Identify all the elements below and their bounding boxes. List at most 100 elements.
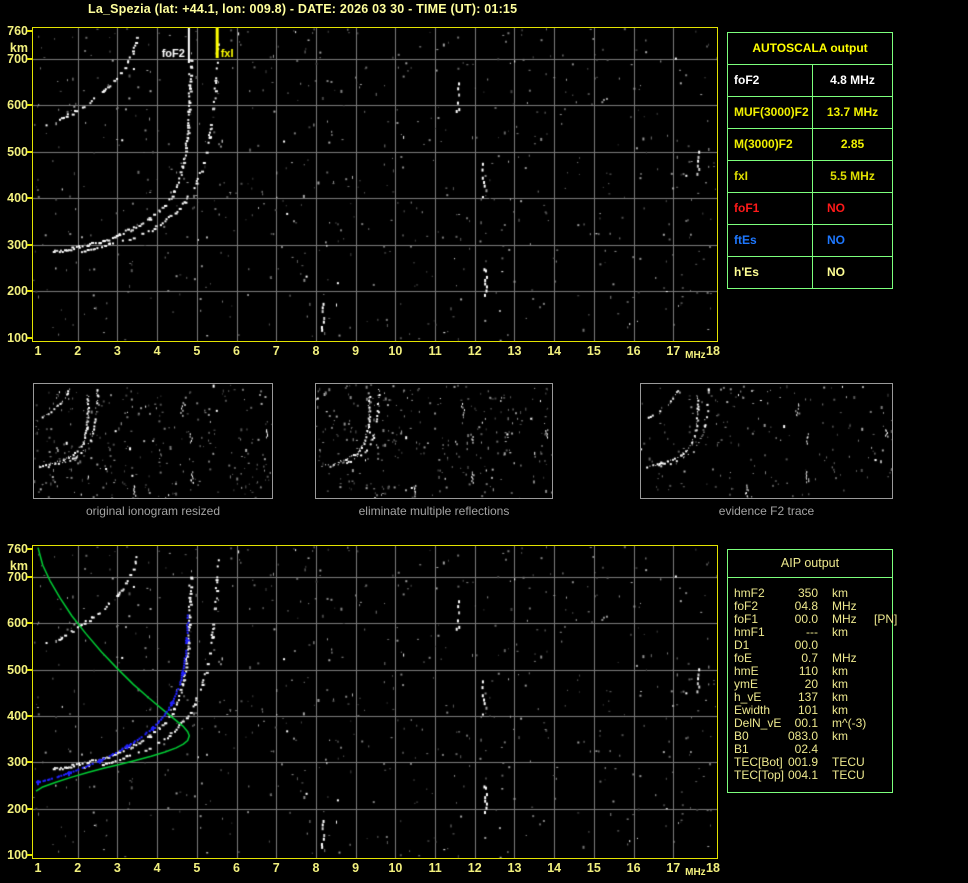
- y-axis-tick-mark: [27, 197, 32, 199]
- aip-extra: [866, 704, 892, 717]
- y-axis-tick-label: 400: [0, 709, 28, 723]
- x-axis-tick-label: 7: [263, 861, 289, 875]
- y-axis-tick-mark: [27, 244, 32, 246]
- x-axis-tick-label: 10: [382, 861, 408, 875]
- ftes-label: ftEs: [728, 225, 813, 256]
- x-axis-tick-label: 1: [25, 344, 51, 358]
- aip-extra: [866, 691, 892, 704]
- bottom-ionogram-canvas: [33, 546, 717, 858]
- aip-row-tec-top-: TEC[Top]004.1TECU: [734, 769, 892, 782]
- fof1-label: foF1: [728, 193, 813, 224]
- aip-table-header: AIP output: [728, 550, 892, 578]
- x-axis-tick-label: 8: [303, 344, 329, 358]
- x-axis-tick-label: 9: [343, 344, 369, 358]
- y-axis-tick-label: 600: [0, 616, 28, 630]
- aip-label: TEC[Top]: [734, 769, 784, 782]
- thumbnail-eliminate-multiples: [315, 383, 553, 499]
- x-axis-tick-label: 6: [224, 344, 250, 358]
- aip-unit: TECU: [818, 769, 866, 782]
- y-axis-tick-mark: [27, 151, 32, 153]
- thumbnail-original-ionogram: [33, 383, 273, 499]
- x-axis-tick-label: 8: [303, 861, 329, 875]
- x-axis-tick-label: 12: [462, 344, 488, 358]
- top-ionogram-plot: [32, 27, 718, 342]
- x-axis-tick-label: 2: [65, 861, 91, 875]
- fof1-value: NO: [813, 193, 892, 224]
- x-axis-tick-label: 12: [462, 861, 488, 875]
- aip-unit: km: [818, 730, 866, 743]
- hes-value: NO: [813, 257, 892, 288]
- table-row-m3000f2: M(3000)F2 2.85: [728, 128, 892, 160]
- table-row-fof2: foF2 4.8 MHz: [728, 65, 892, 96]
- x-axis-tick-label: 3: [104, 344, 130, 358]
- x-axis-tick-label: 17: [660, 861, 686, 875]
- m3000f2-value: 2.85: [813, 129, 892, 160]
- aip-extra: [866, 652, 892, 665]
- page-title: La_Spezia (lat: +44.1, lon: 009.8) - DAT…: [88, 2, 517, 16]
- x-axis-tick-label: 1: [25, 861, 51, 875]
- y-axis-unit-label: km: [0, 559, 28, 573]
- aip-extra: [866, 756, 892, 769]
- x-axis-tick-label: 9: [343, 861, 369, 875]
- x-axis-tick-label: 5: [184, 861, 210, 875]
- y-axis-tick-label: 500: [0, 145, 28, 159]
- aip-extra: [866, 665, 892, 678]
- thumbnail-evidence-f2-trace: [640, 383, 893, 499]
- table-row-fxi: fxI 5.5 MHz: [728, 160, 892, 192]
- thumbnail-caption-evidence: evidence F2 trace: [640, 504, 893, 518]
- x-axis-tick-label: 7: [263, 344, 289, 358]
- y-axis-tick-label: 100: [0, 331, 28, 345]
- x-axis-tick-label: 15: [581, 861, 607, 875]
- thumbnail-evidence-f2-canvas: [641, 384, 892, 498]
- y-axis-tick-label: 400: [0, 191, 28, 205]
- y-axis-tick-label: 200: [0, 284, 28, 298]
- y-axis-tick-mark: [27, 715, 32, 717]
- y-axis-tick-mark: [27, 808, 32, 810]
- aip-output-table: AIP output hmF2350kmfoF204.8MHzfoF100.0M…: [727, 549, 893, 793]
- x-axis-unit-label: MHz: [685, 867, 706, 878]
- x-axis-tick-label: 6: [224, 861, 250, 875]
- m3000f2-label: M(3000)F2: [728, 129, 813, 160]
- y-axis-tick-mark: [27, 854, 32, 856]
- aip-unit: km: [818, 626, 866, 639]
- y-axis-tick-label: 760: [0, 542, 28, 556]
- muf3000f2-label: MUF(3000)F2: [728, 97, 813, 128]
- x-axis-tick-label: 13: [501, 344, 527, 358]
- y-axis-tick-mark: [27, 104, 32, 106]
- x-axis-tick-label: 4: [144, 861, 170, 875]
- x-axis-tick-label: 3: [104, 861, 130, 875]
- ftes-value: NO: [813, 225, 892, 256]
- table-row-muf3000f2: MUF(3000)F2 13.7 MHz: [728, 96, 892, 128]
- x-axis-tick-label: 14: [541, 861, 567, 875]
- x-axis-tick-label: 15: [581, 344, 607, 358]
- y-axis-tick-mark: [27, 761, 32, 763]
- y-axis-tick-label: 500: [0, 663, 28, 677]
- y-axis-tick-label: 760: [0, 24, 28, 38]
- aip-extra: [866, 626, 892, 639]
- y-axis-tick-mark: [27, 290, 32, 292]
- y-axis-tick-mark: [27, 337, 32, 339]
- aip-extra: [866, 769, 892, 782]
- bottom-ionogram-plot: [32, 545, 718, 859]
- y-axis-tick-label: 100: [0, 848, 28, 862]
- x-axis-tick-label: 16: [621, 861, 647, 875]
- y-axis-tick-mark: [27, 669, 32, 671]
- x-axis-tick-label: 5: [184, 344, 210, 358]
- aip-extra: [866, 678, 892, 691]
- fof2-label: foF2: [728, 65, 813, 96]
- fof2-value: 4.8 MHz: [813, 65, 892, 96]
- table-row-fof1: foF1 NO: [728, 192, 892, 224]
- x-axis-tick-label: 2: [65, 344, 91, 358]
- fxi-value: 5.5 MHz: [813, 161, 892, 192]
- y-axis-unit-label: km: [0, 41, 28, 55]
- autoscala-ionogram-screen: La_Spezia (lat: +44.1, lon: 009.8) - DAT…: [0, 0, 968, 883]
- thumbnail-original-canvas: [34, 384, 272, 498]
- x-axis-tick-label: 10: [382, 344, 408, 358]
- x-axis-tick-label: 11: [422, 344, 448, 358]
- aip-extra: [866, 587, 892, 600]
- y-axis-tick-mark: [27, 548, 32, 550]
- aip-extra: [866, 639, 892, 652]
- aip-extra: [PN]: [866, 613, 897, 626]
- thumbnail-caption-eliminate: eliminate multiple reflections: [315, 504, 553, 518]
- x-axis-tick-label: 11: [422, 861, 448, 875]
